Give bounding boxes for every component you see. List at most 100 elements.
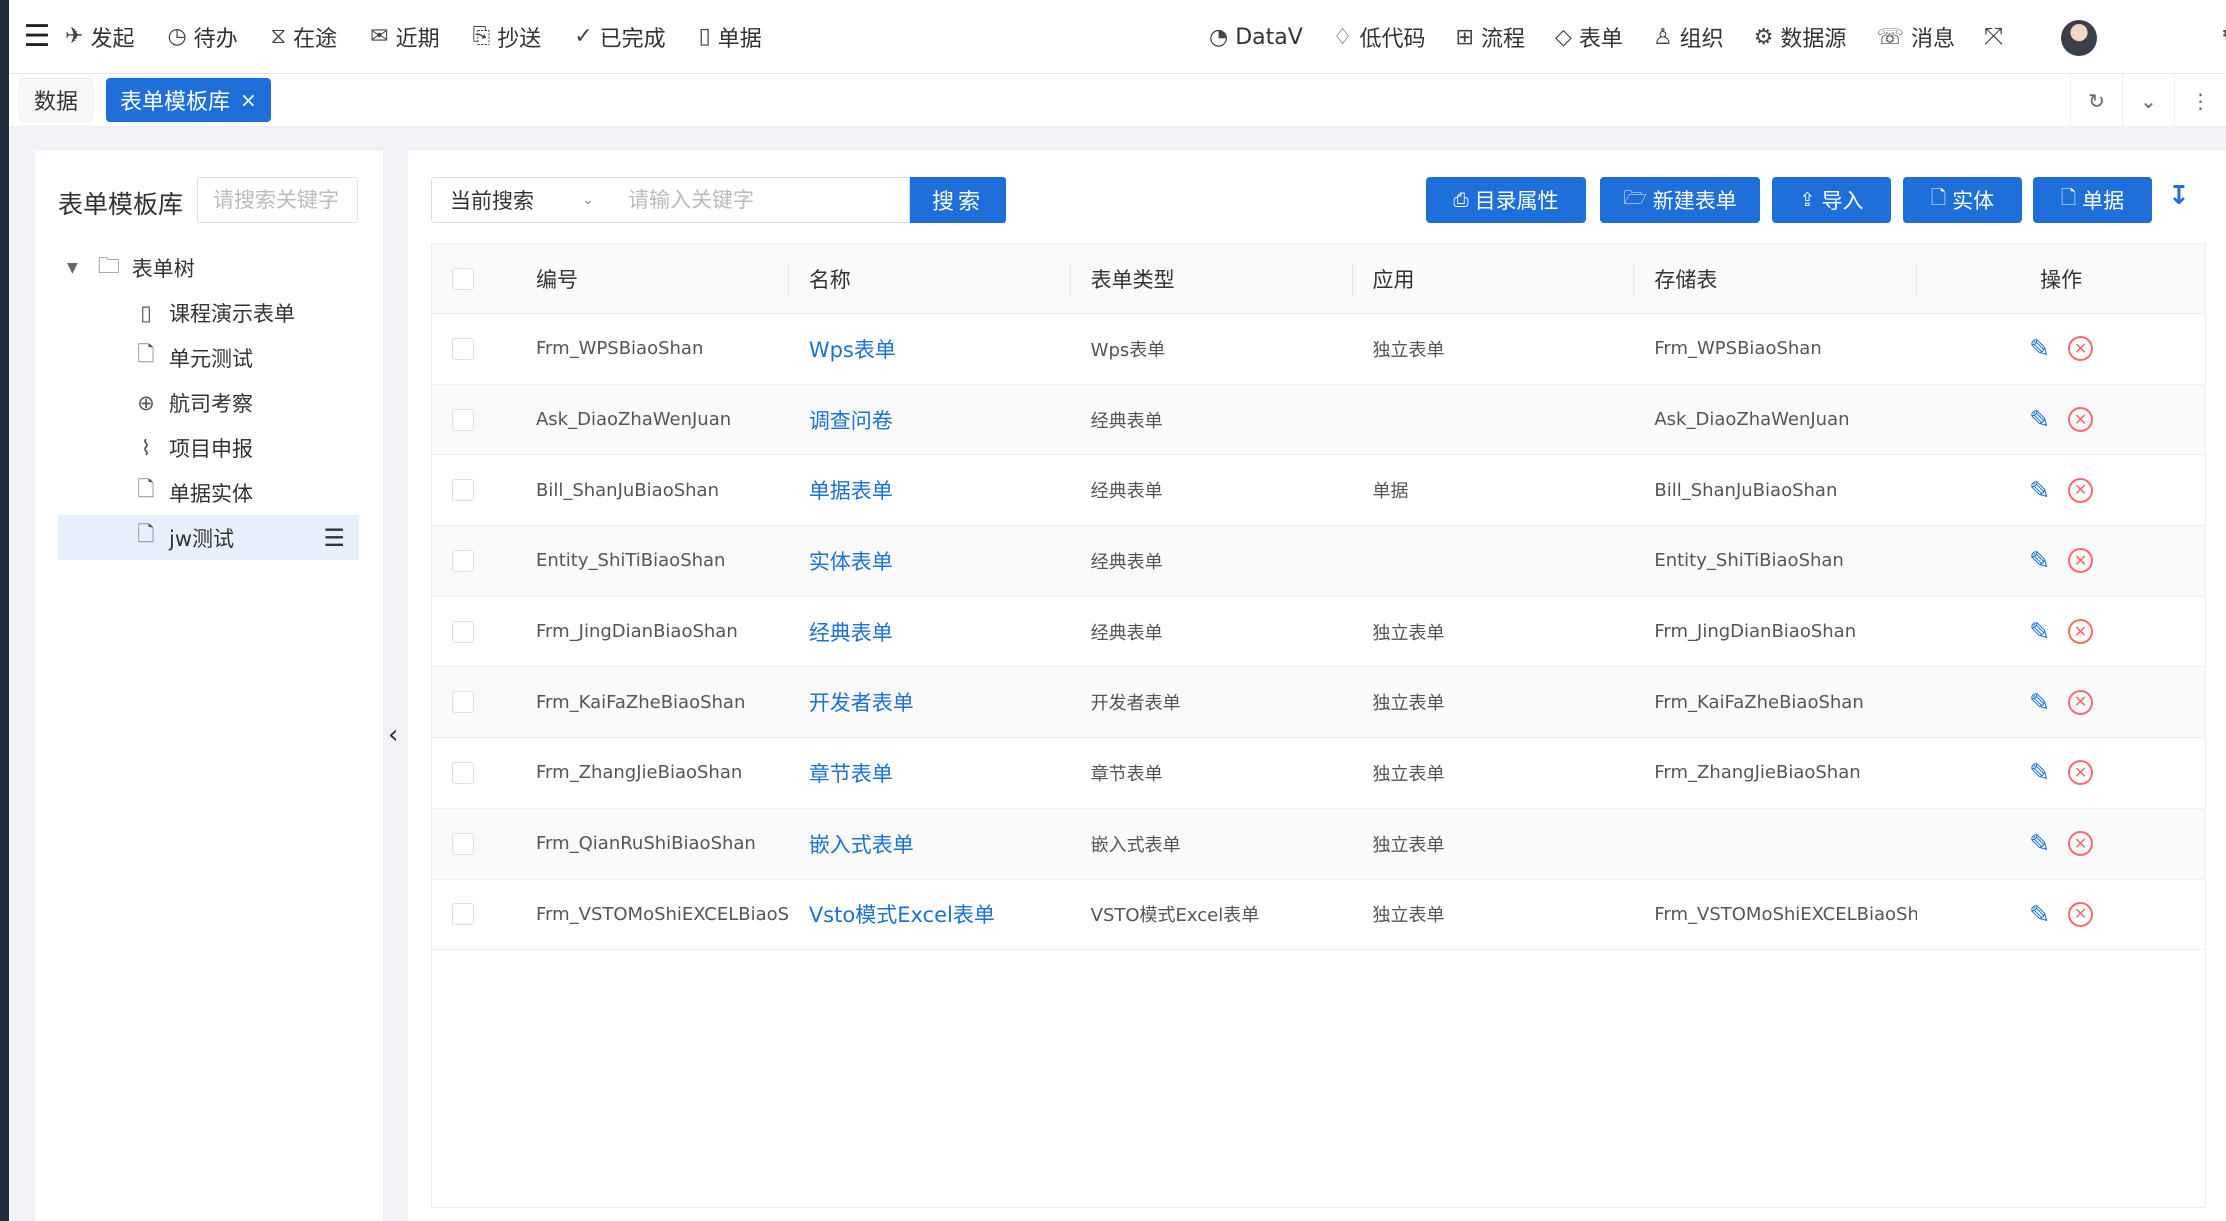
vertical-height-icon[interactable]: ↧ xyxy=(2168,181,2190,211)
tag-form-template-library[interactable]: 表单模板库 × xyxy=(106,78,271,122)
search-input[interactable] xyxy=(610,177,910,223)
tag-data[interactable]: 数据 xyxy=(19,78,94,122)
table-row[interactable]: Frm_ZhangJieBiaoShan 章节表单 章节表单 独立表单 Frm_Zhan… xyxy=(432,738,2205,809)
cell-app: 独立表单 xyxy=(1372,905,1445,927)
row-checkbox[interactable] xyxy=(452,761,474,784)
cell-app: 独立表单 xyxy=(1372,834,1445,856)
tree-node-bill-entity[interactable]: 🗋 单据实体 xyxy=(35,470,383,515)
import-button[interactable]: ⇪ 导入 xyxy=(1772,177,1891,223)
diamond-icon: ◇ xyxy=(1555,24,1572,50)
search-scope-select[interactable]: 当前搜索 ⌄ xyxy=(431,177,611,223)
row-checkbox[interactable] xyxy=(452,691,474,714)
nav-item-cc[interactable]: ⎘ 抄送 xyxy=(473,21,542,53)
form-name-link[interactable]: 章节表单 xyxy=(809,762,893,786)
menu-toggle-icon[interactable]: ☰ xyxy=(9,0,65,74)
table-row[interactable]: Ask_DiaoZhaWenJuan 调查问卷 经典表单 Ask_DiaoZhaWen… xyxy=(432,384,2205,456)
table-row[interactable]: Frm_VSTOMoShiEXCELBiaoSh Vsto模式Excel表单 VST… xyxy=(432,880,2205,951)
edit-icon[interactable]: ✎ xyxy=(2029,617,2050,646)
catalog-properties-button[interactable]: ⎙ 目录属性 xyxy=(1426,177,1586,223)
edit-icon[interactable]: ✎ xyxy=(2029,688,2050,717)
cell-form-type: VSTO模式Excel表单 xyxy=(1090,905,1260,927)
nav-item-flow[interactable]: ⊞ 流程 xyxy=(1456,21,1525,53)
settings-icon[interactable]: ⚙ xyxy=(2221,22,2226,47)
edit-icon[interactable]: ✎ xyxy=(2029,476,2050,505)
form-name-link[interactable]: 嵌入式表单 xyxy=(809,833,914,857)
bill-button[interactable]: 🗋 单据 xyxy=(2033,177,2152,223)
tree-node-label: 单据实体 xyxy=(169,481,253,506)
edit-icon[interactable]: ✎ xyxy=(2029,334,2050,363)
fullscreen-icon[interactable]: ⤧ xyxy=(1984,22,2003,50)
nav-item-bill[interactable]: ▯ 单据 xyxy=(699,21,762,53)
avatar[interactable] xyxy=(2061,20,2097,56)
refresh-icon[interactable]: ↻ xyxy=(2070,74,2122,127)
delete-icon[interactable]: ✕ xyxy=(2068,407,2094,433)
collapse-panel-icon[interactable]: ‹ xyxy=(388,720,398,750)
row-checkbox[interactable] xyxy=(452,903,474,926)
node-menu-icon[interactable]: ☰ xyxy=(323,524,345,552)
close-icon[interactable]: × xyxy=(240,88,257,112)
form-name-link[interactable]: Vsto模式Excel表单 xyxy=(809,903,995,927)
delete-icon[interactable]: ✕ xyxy=(2068,689,2094,715)
row-checkbox[interactable] xyxy=(452,479,474,502)
row-select-cell xyxy=(432,832,506,855)
row-checkbox[interactable] xyxy=(452,408,474,431)
delete-icon[interactable]: ✕ xyxy=(2068,760,2094,786)
table-row[interactable]: Frm_WPSBiaoShan Wps表单 Wps表单 独立表单 Frm_WPSBiao… xyxy=(432,314,2205,385)
delete-icon[interactable]: ✕ xyxy=(2068,831,2094,857)
button-label: 导入 xyxy=(1821,189,1864,213)
form-name-link[interactable]: 调查问卷 xyxy=(809,409,893,433)
tree-node-airline-inspection[interactable]: ⊕ 航司考察 xyxy=(35,380,383,425)
row-checkbox[interactable] xyxy=(452,549,474,572)
table-row[interactable]: Frm_QianRuShiBiaoShan 嵌入式表单 嵌入式表单 独立表单 ✎ ✕ xyxy=(432,808,2205,880)
edit-icon[interactable]: ✎ xyxy=(2029,829,2050,858)
nav-item-completed[interactable]: ✓ 已完成 xyxy=(574,21,665,53)
form-name-link[interactable]: 单据表单 xyxy=(809,479,893,503)
nav-item-recent[interactable]: ✉ 近期 xyxy=(370,21,439,53)
table-row[interactable]: Frm_JingDianBiaoShan 经典表单 经典表单 独立表单 Frm_Jing… xyxy=(432,597,2205,668)
form-name-link[interactable]: 经典表单 xyxy=(809,621,893,645)
entity-button[interactable]: 🗋 实体 xyxy=(1903,177,2022,223)
nav-item-form[interactable]: ◇ 表单 xyxy=(1555,21,1623,53)
nav-item-in-progress[interactable]: ⧖ 在途 xyxy=(271,21,337,53)
delete-icon[interactable]: ✕ xyxy=(2068,619,2094,645)
nav-item-message[interactable]: ☏ 消息 xyxy=(1876,21,1955,53)
tree-node-jw-test[interactable]: 🗋 jw测试 ☰ xyxy=(58,515,359,560)
nav-item-datav[interactable]: ◔ DataV xyxy=(1209,25,1303,50)
delete-icon[interactable]: ✕ xyxy=(2068,901,2094,927)
cell-actions: ✎ ✕ xyxy=(1917,617,2205,646)
edit-icon[interactable]: ✎ xyxy=(2029,546,2050,575)
nav-item-org[interactable]: ♙ 组织 xyxy=(1653,21,1724,53)
tree-root-node[interactable]: ▼ 🗀 表单树 xyxy=(35,245,383,290)
row-checkbox[interactable] xyxy=(452,620,474,643)
tree-node-label: 单元测试 xyxy=(169,346,253,371)
edit-icon[interactable]: ✎ xyxy=(2029,900,2050,929)
tree-node-course-demo[interactable]: ▯ 课程演示表单 xyxy=(35,290,383,335)
tree-node-project-apply[interactable]: ⌇ 项目申报 xyxy=(35,425,383,470)
form-name-link[interactable]: 开发者表单 xyxy=(809,691,914,715)
clipboard-icon: ⎘ xyxy=(472,24,491,49)
tree-node-unit-test[interactable]: 🗋 单元测试 xyxy=(35,335,383,380)
tree-search-input[interactable] xyxy=(197,177,358,223)
delete-icon[interactable]: ✕ xyxy=(2068,336,2094,362)
chevron-down-icon[interactable]: ⌄ xyxy=(2122,74,2174,127)
table-row[interactable]: Frm_KaiFaZheBiaoShan 开发者表单 开发者表单 独立表单 Frm_Ka… xyxy=(432,667,2205,739)
new-form-button[interactable]: 🗁 新建表单 xyxy=(1600,177,1760,223)
table-row[interactable]: Bill_ShanJuBiaoShan 单据表单 经典表单 单据 Bill_ShanJu… xyxy=(432,455,2205,527)
nav-item-datasource[interactable]: ⚙ 数据源 xyxy=(1754,21,1847,53)
form-name-link[interactable]: Wps表单 xyxy=(809,338,896,362)
row-checkbox[interactable] xyxy=(452,832,474,855)
delete-icon[interactable]: ✕ xyxy=(2068,548,2094,574)
select-all-checkbox[interactable] xyxy=(452,267,474,290)
row-checkbox[interactable] xyxy=(452,337,474,360)
edit-icon[interactable]: ✎ xyxy=(2029,405,2050,434)
edit-icon[interactable]: ✎ xyxy=(2029,758,2050,787)
nav-item-launch[interactable]: ✈ 发起 xyxy=(65,21,134,53)
form-name-link[interactable]: 实体表单 xyxy=(809,550,893,574)
caret-down-icon[interactable]: ▼ xyxy=(67,260,78,276)
nav-item-lowcode[interactable]: ♢ 低代码 xyxy=(1333,21,1426,53)
delete-icon[interactable]: ✕ xyxy=(2068,477,2094,503)
more-icon[interactable]: ⋮ xyxy=(2174,74,2226,127)
search-button[interactable]: 搜索 xyxy=(910,177,1006,223)
table-row[interactable]: Entity_ShiTiBiaoShan 实体表单 经典表单 Entity_ShiTi… xyxy=(432,526,2205,597)
nav-item-todo[interactable]: ◷ 待办 xyxy=(167,21,237,53)
